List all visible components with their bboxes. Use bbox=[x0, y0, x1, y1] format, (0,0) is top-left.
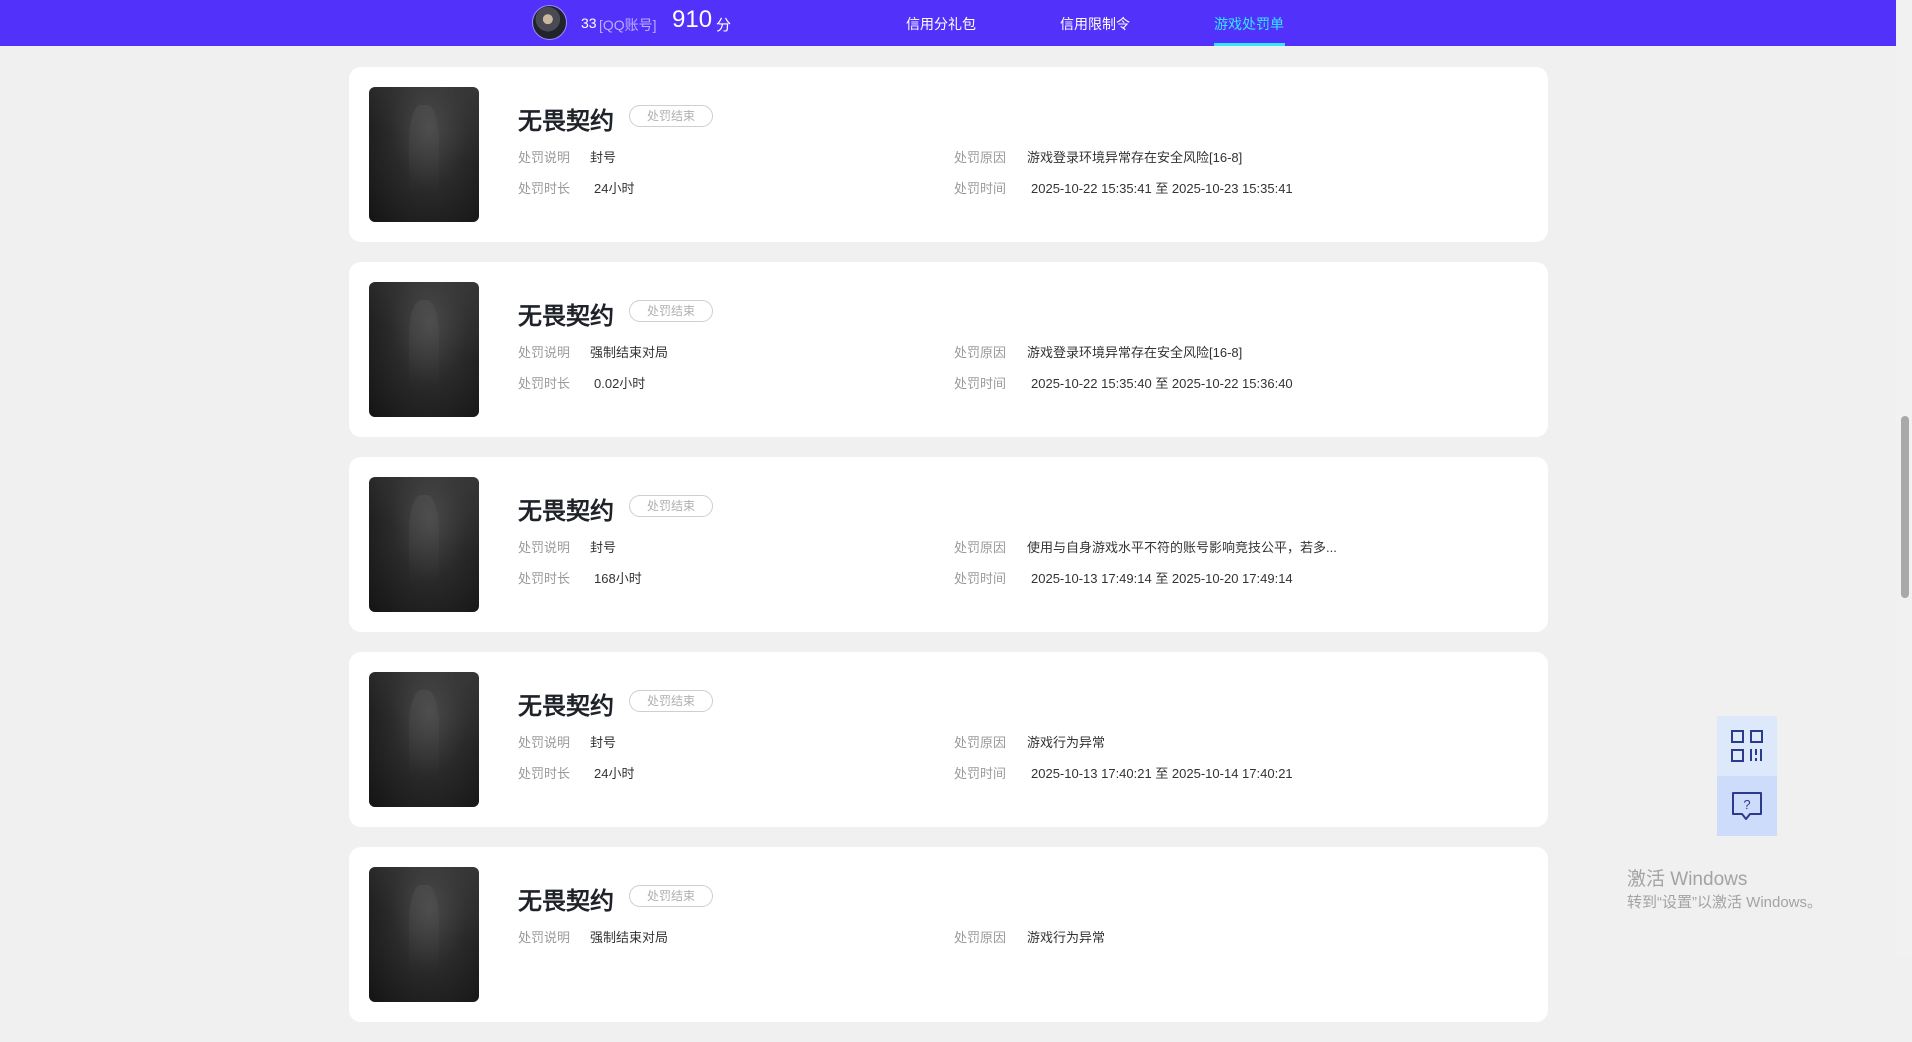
desc-label: 处罚说明 bbox=[518, 735, 571, 750]
desc-label: 处罚说明 bbox=[518, 345, 571, 360]
qr-code-button[interactable] bbox=[1717, 716, 1777, 776]
status-badge: 处罚结束 bbox=[629, 885, 713, 907]
duration-value: 24小时 bbox=[594, 766, 635, 781]
scrollbar-thumb[interactable] bbox=[1901, 416, 1909, 598]
penalty-card: 无畏契约 处罚结束 处罚说明 强制结束对局 处罚时长 0.02小时 处罚原因 游… bbox=[349, 262, 1548, 437]
reason-value: 游戏登录环境异常存在安全风险[16-8] bbox=[1027, 150, 1243, 165]
desc-value: 封号 bbox=[590, 540, 617, 555]
game-cover-image bbox=[369, 282, 479, 417]
time-value: 2025-10-13 17:49:14 至 2025-10-20 17:49:1… bbox=[1031, 571, 1293, 586]
reason-value: 游戏登录环境异常存在安全风险[16-8] bbox=[1027, 345, 1243, 360]
game-cover-image bbox=[369, 867, 479, 1002]
game-cover-image bbox=[369, 672, 479, 807]
account-type: [QQ账号] bbox=[599, 17, 657, 33]
game-title: 无畏契约 bbox=[518, 108, 614, 135]
reason-label: 处罚原因 bbox=[954, 540, 1007, 555]
activation-watermark-title: 激活 Windows bbox=[1627, 869, 1748, 890]
desc-label: 处罚说明 bbox=[518, 930, 571, 945]
game-cover-image bbox=[369, 87, 479, 222]
user-id: 33 bbox=[581, 15, 597, 31]
time-value: 2025-10-22 15:35:40 至 2025-10-22 15:36:4… bbox=[1031, 376, 1293, 391]
time-label: 处罚时间 bbox=[954, 181, 1007, 196]
nav-credit-restriction[interactable]: 信用限制令 bbox=[1060, 14, 1130, 34]
nav-game-penalty[interactable]: 游戏处罚单 bbox=[1214, 14, 1284, 34]
duration-value: 168小时 bbox=[594, 571, 642, 586]
time-label: 处罚时间 bbox=[954, 766, 1007, 781]
desc-value: 强制结束对局 bbox=[590, 345, 669, 360]
reason-label: 处罚原因 bbox=[954, 150, 1007, 165]
penalty-card: 无畏契约 处罚结束 处罚说明 强制结束对局 处罚原因 游戏行为异常 bbox=[349, 847, 1548, 1022]
status-badge: 处罚结束 bbox=[629, 300, 713, 322]
duration-label: 处罚时长 bbox=[518, 571, 571, 586]
reason-value[interactable]: 使用与自身游戏水平不符的账号影响竞技公平，若多... bbox=[1027, 537, 1337, 556]
credit-score: 910 bbox=[672, 6, 713, 33]
desc-value: 强制结束对局 bbox=[590, 930, 669, 945]
activation-watermark-hint: 转到“设置”以激活 Windows。 bbox=[1627, 894, 1823, 911]
reason-value: 游戏行为异常 bbox=[1027, 735, 1106, 750]
nav-credit-gift[interactable]: 信用分礼包 bbox=[906, 14, 976, 34]
game-title: 无畏契约 bbox=[518, 498, 614, 525]
time-value: 2025-10-22 15:35:41 至 2025-10-23 15:35:4… bbox=[1031, 181, 1293, 196]
status-badge: 处罚结束 bbox=[629, 690, 713, 712]
svg-text:?: ? bbox=[1743, 797, 1750, 812]
duration-value: 0.02小时 bbox=[594, 376, 646, 391]
time-label: 处罚时间 bbox=[954, 376, 1007, 391]
penalty-card: 无畏契约 处罚结束 处罚说明 封号 处罚时长 168小时 处罚原因 使用与自身游… bbox=[349, 457, 1548, 632]
game-title: 无畏契约 bbox=[518, 888, 614, 915]
desc-value: 封号 bbox=[590, 150, 617, 165]
avatar[interactable] bbox=[532, 5, 567, 40]
duration-label: 处罚时长 bbox=[518, 766, 571, 781]
duration-label: 处罚时长 bbox=[518, 376, 571, 391]
penalty-card: 无畏契约 处罚结束 处罚说明 封号 处罚时长 24小时 处罚原因 游戏行为异常 … bbox=[349, 652, 1548, 827]
reason-label: 处罚原因 bbox=[954, 735, 1007, 750]
qr-code-icon bbox=[1731, 730, 1763, 762]
game-title: 无畏契约 bbox=[518, 693, 614, 720]
top-bar: 33 [QQ账号] 910 分 信用分礼包 信用限制令 游戏处罚单 bbox=[0, 0, 1896, 46]
desc-label: 处罚说明 bbox=[518, 150, 571, 165]
duration-label: 处罚时长 bbox=[518, 181, 571, 196]
status-badge: 处罚结束 bbox=[629, 105, 713, 127]
reason-label: 处罚原因 bbox=[954, 345, 1007, 360]
time-label: 处罚时间 bbox=[954, 571, 1007, 586]
help-chat-icon: ? bbox=[1732, 792, 1762, 820]
penalty-card: 无畏契约 处罚结束 处罚说明 封号 处罚时长 24小时 处罚原因 游戏登录环境异… bbox=[349, 67, 1548, 242]
credit-score-unit: 分 bbox=[716, 17, 732, 34]
status-badge: 处罚结束 bbox=[629, 495, 713, 517]
duration-value: 24小时 bbox=[594, 181, 635, 196]
desc-value: 封号 bbox=[590, 735, 617, 750]
active-tab-indicator bbox=[1214, 43, 1285, 46]
time-value: 2025-10-13 17:40:21 至 2025-10-14 17:40:2… bbox=[1031, 766, 1293, 781]
help-button[interactable]: ? bbox=[1717, 776, 1777, 836]
penalty-list: 无畏契约 处罚结束 处罚说明 封号 处罚时长 24小时 处罚原因 游戏登录环境异… bbox=[349, 67, 1548, 1042]
game-title: 无畏契约 bbox=[518, 303, 614, 330]
game-cover-image bbox=[369, 477, 479, 612]
reason-label: 处罚原因 bbox=[954, 930, 1007, 945]
reason-value: 游戏行为异常 bbox=[1027, 930, 1106, 945]
desc-label: 处罚说明 bbox=[518, 540, 571, 555]
